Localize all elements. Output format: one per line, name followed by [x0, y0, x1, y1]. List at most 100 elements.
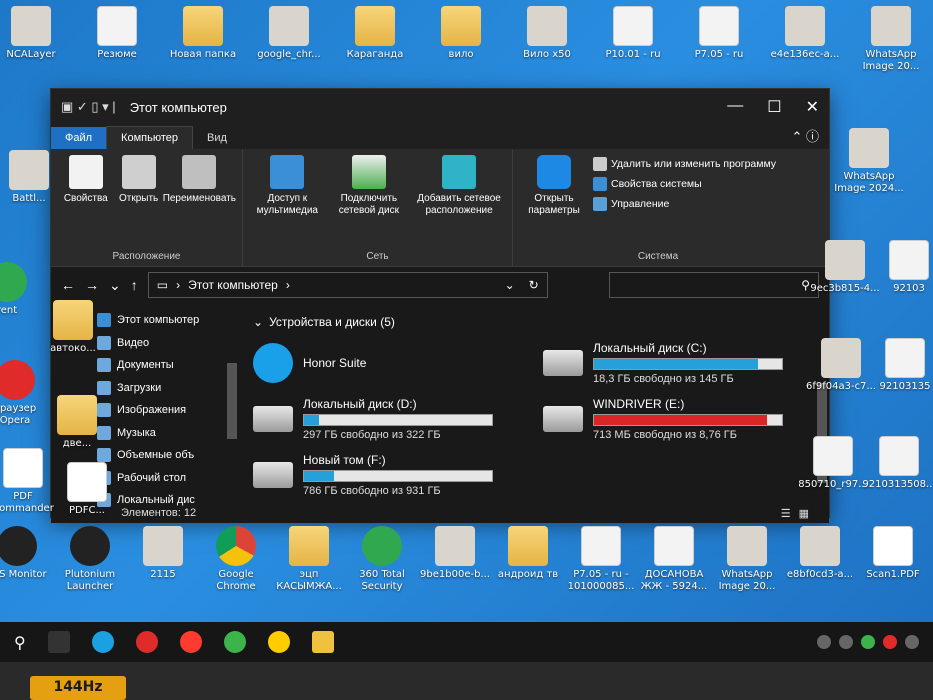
manage-button[interactable]: Управление	[593, 197, 776, 211]
add-network-location-button[interactable]: Добавить сетевое расположение	[412, 155, 506, 249]
details-view-icon[interactable]: ☰	[781, 507, 791, 520]
nav-item[interactable]: Документы	[97, 354, 241, 377]
desktop-shortcut[interactable]: ДОСАНОВА ЖЖ - 5924...	[637, 526, 711, 593]
desktop-shortcut[interactable]: PDFC...	[50, 462, 124, 517]
desktop-shortcut[interactable]: FPS Monitor	[0, 526, 54, 581]
desktop-shortcut[interactable]: эцп КАСЫМЖА...	[272, 526, 346, 593]
desktop-shortcut[interactable]: 6f9f04a3-c7...	[804, 338, 878, 393]
fps-monitor-icon	[0, 526, 37, 566]
desktop-shortcut[interactable]: 92103135	[868, 338, 933, 393]
minimize-button[interactable]: —	[727, 97, 743, 117]
close-button[interactable]: ✕	[806, 97, 819, 117]
open-settings-button[interactable]: Открыть параметры	[519, 155, 589, 249]
utorrent-icon[interactable]	[223, 631, 246, 653]
desktop-shortcut[interactable]: 2115	[126, 526, 200, 581]
nav-item[interactable]: Видео	[97, 332, 241, 355]
drive-f[interactable]: Новый том (F:) 786 ГБ свободно из 931 ГБ	[253, 453, 527, 497]
image-icon	[727, 526, 767, 566]
devices-section-header[interactable]: ⌄ Устройства и диски (5)	[253, 315, 817, 329]
desktop-shortcut[interactable]: google_chr...	[252, 6, 326, 61]
address-dropdown-icon[interactable]: ⌄	[505, 278, 515, 292]
desktop-shortcut[interactable]: WhatsApp Image 20...	[854, 6, 928, 73]
desktop-shortcut[interactable]: 360 Total Security	[345, 526, 419, 593]
nav-item[interactable]: Этот компьютер	[97, 309, 241, 332]
yandex-browser-icon[interactable]	[179, 631, 202, 653]
media-access-button[interactable]: Доступ к мультимедиа	[249, 155, 326, 249]
desktop-shortcut-label: 9be1b00e-b...	[420, 569, 490, 580]
desktop-shortcut[interactable]: NCALayer	[0, 6, 68, 61]
desktop-shortcut-label: андроид тв	[497, 569, 559, 580]
tray-icon[interactable]	[883, 635, 897, 649]
drive-usage-bar	[593, 414, 783, 426]
desktop-shortcut[interactable]: андроид тв	[491, 526, 565, 581]
desktop-shortcut[interactable]: Караганда	[338, 6, 412, 61]
desktop-shortcut[interactable]: 9ec3b815-4...	[808, 240, 882, 295]
device-honor-suite[interactable]: Honor Suite	[253, 341, 527, 385]
search-input[interactable]: ⚲	[609, 272, 819, 298]
yandex-icon[interactable]	[267, 631, 290, 653]
opera-icon[interactable]	[135, 631, 158, 653]
search-icon[interactable]: ⚲	[14, 633, 26, 652]
back-arrow-icon[interactable]: ←	[61, 277, 75, 293]
desktop-shortcut[interactable]: WhatsApp Image 2024...	[832, 128, 906, 195]
desktop-shortcut[interactable]: e8bf0cd3-a...	[783, 526, 857, 581]
tab-computer[interactable]: Компьютер	[106, 126, 193, 149]
maximize-button[interactable]: ☐	[767, 97, 781, 117]
desktop-shortcut[interactable]: Google Chrome	[199, 526, 273, 593]
map-network-drive-button[interactable]: Подключить сетевой диск	[330, 155, 409, 249]
desktop-shortcut[interactable]: 9210313508...	[862, 436, 933, 491]
desktop-shortcut-label: e4e136ec-a...	[770, 49, 840, 60]
drive-d[interactable]: Локальный диск (D:) 297 ГБ свободно из 3…	[253, 397, 527, 441]
nav-item[interactable]: Музыка	[97, 422, 241, 445]
desktop-shortcut[interactable]: вило	[424, 6, 498, 61]
task-view-icon[interactable]	[47, 631, 70, 653]
desktop-shortcut-label: e8bf0cd3-a...	[786, 569, 854, 580]
desktop-shortcut[interactable]: Вило х50	[510, 6, 584, 61]
drive-c[interactable]: Локальный диск (C:) 18,3 ГБ свободно из …	[543, 341, 817, 385]
uninstall-program-button[interactable]: Удалить или изменить программу	[593, 157, 776, 171]
tray-icon[interactable]	[839, 635, 853, 649]
tiles-view-icon[interactable]: ▦	[799, 507, 809, 520]
edge-icon[interactable]	[91, 631, 114, 653]
refresh-icon[interactable]: ↻	[529, 278, 539, 292]
desktop-shortcut[interactable]: Battl...	[0, 150, 66, 205]
desktop-shortcut[interactable]: WhatsApp Image 20...	[710, 526, 784, 593]
open-button[interactable]: Открыть	[119, 155, 159, 249]
nav-item[interactable]: Загрузки	[97, 377, 241, 400]
desktop-shortcut[interactable]: 92103	[872, 240, 933, 295]
drive-e[interactable]: WINDRIVER (E:) 713 МБ свободно из 8,76 Г…	[543, 397, 817, 441]
breadcrumb[interactable]: Этот компьютер	[188, 278, 278, 292]
desktop-shortcut[interactable]: 9be1b00e-b...	[418, 526, 492, 581]
nav-scrollbar[interactable]	[227, 363, 237, 439]
desktop-shortcut[interactable]: Plutonium Launcher	[53, 526, 127, 593]
tray-icon[interactable]	[905, 635, 919, 649]
desktop-shortcut[interactable]: Резюме	[80, 6, 154, 61]
quick-access-toolbar-icon[interactable]: ▣ ✓ ▯ ▾ |	[61, 99, 116, 115]
desktop-shortcut[interactable]: P7.05 - ru	[682, 6, 756, 61]
forward-arrow-icon[interactable]: →	[85, 277, 99, 293]
help-icon[interactable]: ⌃ ⓘ	[781, 126, 829, 149]
tray-icon[interactable]	[817, 635, 831, 649]
windows-drive-icon	[543, 350, 583, 376]
address-bar[interactable]: ▭ › Этот компьютер › ⌄ ↻	[147, 272, 548, 298]
3d-objects-icon	[97, 448, 111, 463]
system-properties-button[interactable]: Свойства системы	[593, 177, 776, 191]
desktop-shortcut[interactable]: Scan1.PDF	[856, 526, 930, 581]
desktop-shortcut[interactable]: P10.01 - ru	[596, 6, 670, 61]
360-security-icon	[362, 526, 402, 566]
folder-icon	[508, 526, 548, 566]
file-explorer-icon[interactable]	[311, 631, 334, 653]
tab-file[interactable]: Файл	[51, 127, 107, 149]
rename-button[interactable]: Переименовать	[163, 155, 236, 249]
up-arrow-icon[interactable]: ↑	[131, 277, 138, 293]
tray-icon[interactable]	[861, 635, 875, 649]
desktop-shortcut[interactable]: P7.05 - ru - 101000085...	[564, 526, 638, 593]
nav-item[interactable]: Изображения	[97, 399, 241, 422]
desktop-shortcut[interactable]: e4e136ec-a...	[768, 6, 842, 61]
desktop-shortcut[interactable]: автоко...	[36, 300, 110, 355]
desktop-shortcut[interactable]: Новая папка	[166, 6, 240, 61]
desktop-shortcut[interactable]: две...	[40, 395, 114, 450]
recent-chevron-icon[interactable]: ⌄	[109, 277, 121, 294]
tab-view[interactable]: Вид	[193, 127, 241, 149]
desktop-shortcut[interactable]: 850710_r97...	[796, 436, 870, 491]
